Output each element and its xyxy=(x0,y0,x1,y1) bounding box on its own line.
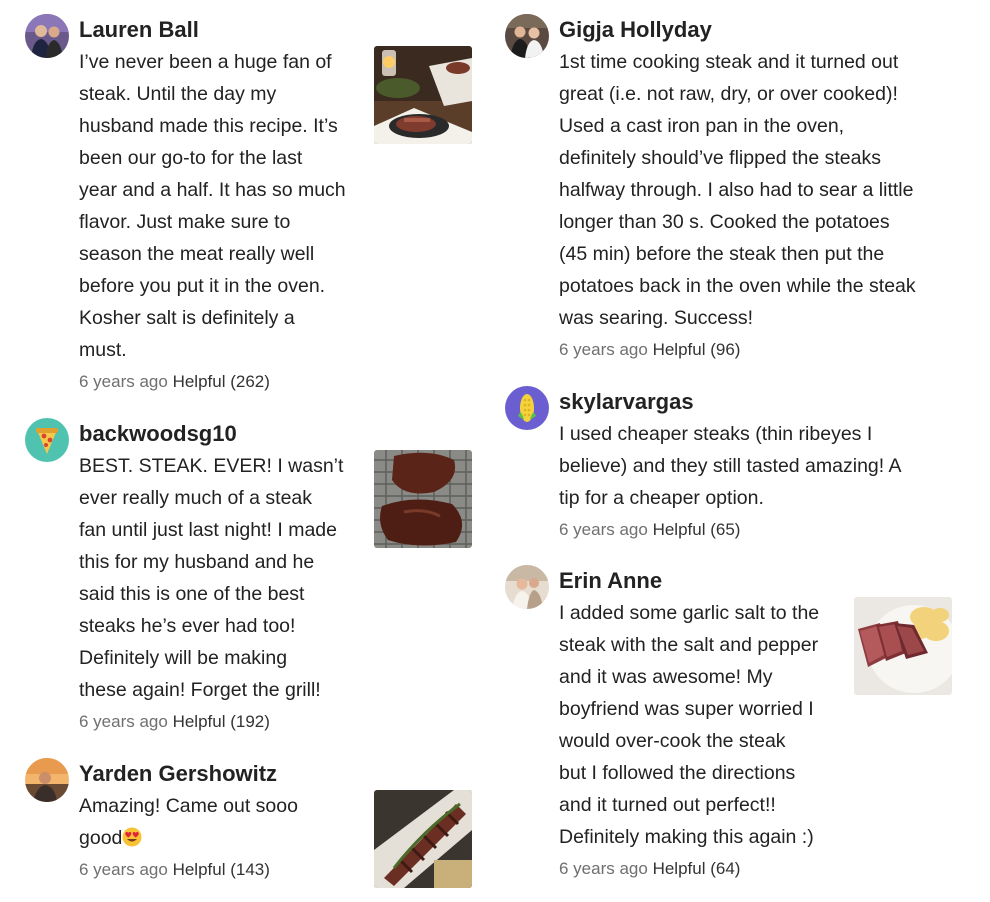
helpful-button[interactable]: Helpful (192) xyxy=(173,712,270,731)
review-line: must. xyxy=(79,339,127,361)
review-line: ever really much of a steak xyxy=(79,487,313,509)
review-line: steak. Until the day my xyxy=(79,83,277,105)
review-text: 1st time cooking steak and it turned out… xyxy=(559,46,916,366)
review-meta: 6 years ago Helpful (192) xyxy=(79,706,343,738)
review-age: 6 years ago xyxy=(79,860,168,879)
review-age: 6 years ago xyxy=(559,859,648,878)
review-meta: 6 years ago Helpful (143) xyxy=(79,854,298,886)
review-line: halfway through. I also had to sear a li… xyxy=(559,179,914,201)
review-text: Amazing! Came out sooo good 6 years ago … xyxy=(79,790,298,886)
review-meta: 6 years ago Helpful (64) xyxy=(559,853,819,885)
review-age: 6 years ago xyxy=(79,372,168,391)
review-age: 6 years ago xyxy=(559,520,648,539)
review-line: would over-cook the steak xyxy=(559,730,786,752)
review-line: season the meat really well xyxy=(79,243,315,265)
avatar[interactable] xyxy=(25,418,69,462)
avatar[interactable] xyxy=(505,386,549,430)
review-meta: 6 years ago Helpful (96) xyxy=(559,334,916,366)
review-line: BEST. STEAK. EVER! I wasn’t xyxy=(79,455,344,477)
review-meta: 6 years ago Helpful (262) xyxy=(79,366,346,398)
review-line: this for my husband and he xyxy=(79,551,315,573)
review-text: I used cheaper steaks (thin ribeyes I be… xyxy=(559,418,902,546)
review-line: longer than 30 s. Cooked the potatoes xyxy=(559,211,890,233)
review-card: Yarden Gershowitz Amazing! Came out sooo… xyxy=(25,758,475,893)
review-line: was searing. Success! xyxy=(559,307,754,329)
review-line-text: good xyxy=(79,827,123,849)
review-text: I added some garlic salt to the steak wi… xyxy=(559,597,819,885)
review-card: backwoodsg10 BEST. STEAK. EVER! I wasn’t… xyxy=(25,418,475,743)
review-photo[interactable] xyxy=(374,450,472,548)
review-line: before you put it in the oven. xyxy=(79,275,326,297)
avatar[interactable] xyxy=(25,758,69,802)
reviewer-name[interactable]: Erin Anne xyxy=(559,567,662,595)
review-line: fan until just last night! I made xyxy=(79,519,337,541)
review-text: BEST. STEAK. EVER! I wasn’t ever really … xyxy=(79,450,343,738)
review-line: (45 min) before the steak then put the xyxy=(559,243,885,265)
review-line: year and a half. It has so much xyxy=(79,179,346,201)
review-line: husband made this recipe. It’s xyxy=(79,115,338,137)
review-line: good xyxy=(79,822,298,854)
review-line: tip for a cheaper option. xyxy=(559,487,764,509)
review-line: Used a cast iron pan in the oven, xyxy=(559,115,845,137)
avatar[interactable] xyxy=(505,14,549,58)
review-line: great (i.e. not raw, dry, or over cooked… xyxy=(559,83,898,105)
review-line: steak with the salt and pepper xyxy=(559,634,819,656)
review-text: I’ve never been a huge fan of steak. Unt… xyxy=(79,46,346,398)
review-line: Kosher salt is definitely a xyxy=(79,307,295,329)
review-line: flavor. Just make sure to xyxy=(79,211,291,233)
avatar[interactable] xyxy=(25,14,69,58)
helpful-button[interactable]: Helpful (65) xyxy=(653,520,741,539)
review-line: said this is one of the best xyxy=(79,583,305,605)
review-line: Amazing! Came out sooo xyxy=(79,795,298,817)
review-card: Lauren Ball I’ve never been a huge fan o… xyxy=(25,14,475,404)
review-line: but I followed the directions xyxy=(559,762,796,784)
reviewer-name[interactable]: Gigja Hollyday xyxy=(559,16,712,44)
reviewer-name[interactable]: Yarden Gershowitz xyxy=(79,760,277,788)
review-meta: 6 years ago Helpful (65) xyxy=(559,514,902,546)
helpful-button[interactable]: Helpful (262) xyxy=(173,372,270,391)
review-line: 1st time cooking steak and it turned out xyxy=(559,51,899,73)
review-line: believe) and they still tasted amazing! … xyxy=(559,455,902,477)
review-photo[interactable] xyxy=(374,46,472,144)
review-line: and it was awesome! My xyxy=(559,666,773,688)
review-age: 6 years ago xyxy=(79,712,168,731)
review-line: I used cheaper steaks (thin ribeyes I xyxy=(559,423,873,445)
helpful-button[interactable]: Helpful (143) xyxy=(173,860,270,879)
review-line: Definitely making this again :) xyxy=(559,826,814,848)
review-photo[interactable] xyxy=(374,790,472,888)
heart-eyes-emoji xyxy=(122,827,142,847)
review-line: these again! Forget the grill! xyxy=(79,679,321,701)
review-line: Definitely will be making xyxy=(79,647,288,669)
reviewer-name[interactable]: skylarvargas xyxy=(559,388,694,416)
review-line: I’ve never been a huge fan of xyxy=(79,51,332,73)
review-line: definitely should’ve flipped the steaks xyxy=(559,147,881,169)
review-photo[interactable] xyxy=(854,597,952,695)
review-age: 6 years ago xyxy=(559,340,648,359)
review-card: skylarvargas I used cheaper steaks (thin… xyxy=(505,386,970,551)
review-card: Gigja Hollyday 1st time cooking steak an… xyxy=(505,14,970,369)
review-line: boyfriend was super worried I xyxy=(559,698,814,720)
review-card: Erin Anne I added some garlic salt to th… xyxy=(505,565,970,895)
reviewer-name[interactable]: backwoodsg10 xyxy=(79,420,237,448)
review-line: and it turned out perfect!! xyxy=(559,794,776,816)
review-line: steaks he’s ever had too! xyxy=(79,615,296,637)
review-line: been our go-to for the last xyxy=(79,147,303,169)
review-line: potatoes back in the oven while the stea… xyxy=(559,275,916,297)
avatar[interactable] xyxy=(505,565,549,609)
helpful-button[interactable]: Helpful (96) xyxy=(653,340,741,359)
helpful-button[interactable]: Helpful (64) xyxy=(653,859,741,878)
review-line: I added some garlic salt to the xyxy=(559,602,820,624)
reviewer-name[interactable]: Lauren Ball xyxy=(79,16,199,44)
